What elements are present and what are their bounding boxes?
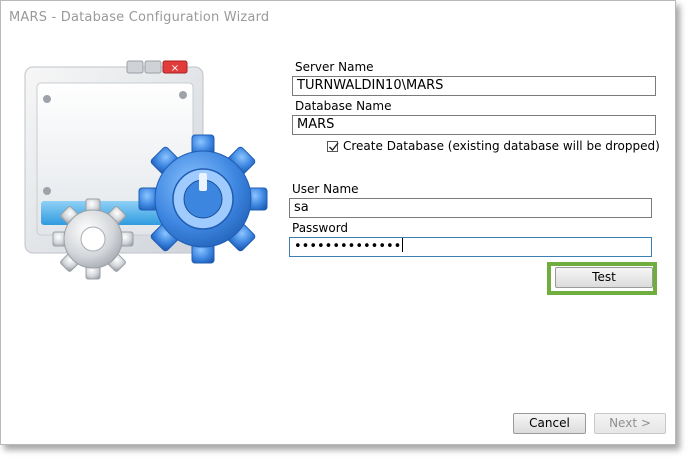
wizard-window: MARS - Database Configuration Wizard × S… [0, 0, 676, 445]
create-database-checkbox[interactable] [327, 140, 339, 152]
next-button[interactable]: Next > [594, 413, 666, 434]
user-name-input[interactable]: sa [289, 198, 652, 218]
test-button[interactable]: Test [555, 267, 653, 288]
window-title: MARS - Database Configuration Wizard [9, 10, 270, 25]
database-name-input[interactable]: MARS [292, 115, 656, 135]
database-name-label: Database Name [295, 99, 392, 113]
checkmark-icon [329, 142, 339, 151]
server-name-input[interactable]: TURNWALDIN10\MARS [292, 76, 656, 96]
password-input[interactable]: •••••••••••••• [289, 237, 652, 257]
wizard-illustration-icon: × [15, 59, 275, 281]
server-name-label: Server Name [295, 60, 374, 74]
svg-text:×: × [171, 63, 179, 74]
password-label: Password [292, 221, 349, 235]
password-mask: •••••••••••••• [294, 239, 402, 254]
cancel-button[interactable]: Cancel [513, 413, 586, 434]
create-database-option[interactable]: Create Database (existing database will … [327, 139, 660, 153]
text-caret [402, 238, 404, 252]
user-name-label: User Name [292, 182, 359, 196]
create-database-label: Create Database (existing database will … [343, 139, 660, 153]
